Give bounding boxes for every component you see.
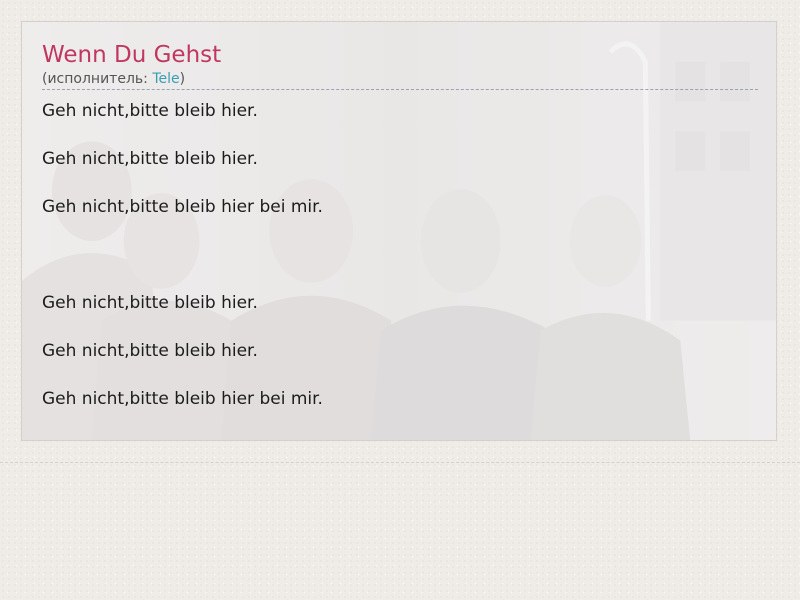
header-divider <box>42 89 758 90</box>
lyric-line: Geh nicht,bitte bleib hier. <box>42 101 258 121</box>
song-header: Wenn Du Gehst (исполнитель: Tele) <box>42 40 758 88</box>
lyric-line: Geh nicht,bitte bleib hier bei mir. <box>42 389 323 409</box>
lyrics-card: Wenn Du Gehst (исполнитель: Tele) Geh ni… <box>21 21 777 441</box>
lyric-line: Geh nicht,bitte bleib hier bei mir. <box>42 197 323 217</box>
song-title: Wenn Du Gehst <box>42 42 222 68</box>
artist-link[interactable]: Tele <box>152 71 179 87</box>
artist-prefix: (исполнитель: <box>42 71 153 87</box>
lyric-line: Geh nicht,bitte bleib hier. <box>42 341 258 361</box>
lyric-stanza-break <box>42 244 742 266</box>
lyric-line: Geh nicht,bitte bleib hier. <box>42 149 258 169</box>
lyric-line: Geh nicht,bitte bleib hier. <box>42 293 258 313</box>
artist-line: (исполнитель: Tele) <box>42 70 758 88</box>
artist-suffix: ) <box>179 71 186 87</box>
lyrics-body: Geh nicht,bitte bleib hier. Geh nicht,bi… <box>42 100 742 436</box>
